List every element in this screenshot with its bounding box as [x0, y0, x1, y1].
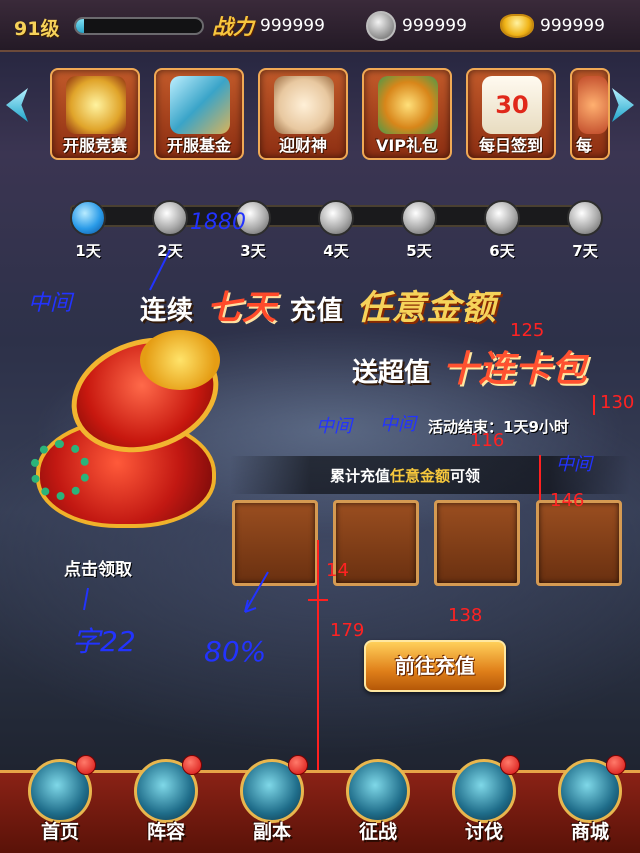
annotation-text: 130 — [600, 392, 635, 413]
silver-stat[interactable]: 999999 — [366, 6, 467, 46]
annotation-text: 中间 — [28, 291, 73, 316]
day-dot-icon[interactable] — [70, 200, 106, 236]
event-end-time: 活动结束：1天9小时 — [428, 418, 569, 436]
fortune-god-icon — [274, 76, 334, 134]
event-label: 每日签到 — [478, 136, 543, 155]
trophy-icon — [66, 76, 126, 134]
day-label: 6天 — [489, 242, 515, 260]
goto-recharge-button[interactable]: 前往充值 — [364, 640, 506, 692]
nav-item-dungeon[interactable]: 副本 — [226, 755, 318, 853]
nav-item-lineup[interactable]: 阵容 — [120, 755, 212, 853]
event-item-vip-gift[interactable]: VIP礼包 — [362, 68, 452, 160]
top-status-bar: 91级 战力 999999 999999 999999 — [0, 0, 640, 52]
annotation-text: 中间 — [316, 416, 352, 437]
reward-caption-part-1: 累计充值 — [330, 467, 391, 485]
nav-label: 征战 — [358, 821, 397, 843]
nav-item-home[interactable]: 首页 — [14, 755, 106, 853]
day-label: 5天 — [406, 242, 432, 260]
headline-part-4: 任意金额 — [356, 288, 497, 328]
goto-recharge-label: 前往充值 — [395, 654, 475, 678]
reward-caption-part-2: 任意金额 — [390, 467, 451, 485]
chest-bow-icon — [140, 330, 220, 390]
event-item-fund[interactable]: 开服基金 — [154, 68, 244, 160]
headline-part-1: 连续 — [140, 296, 195, 326]
annotation-text: 字22 — [72, 625, 136, 658]
subheadline-part-1: 送超值 — [352, 358, 431, 388]
notification-badge — [76, 755, 96, 775]
day-dot-icon[interactable] — [401, 200, 437, 236]
headline-part-3: 充值 — [289, 296, 344, 326]
annotation-line — [83, 587, 89, 611]
exp-progress-bar — [74, 17, 204, 35]
day-dot-icon[interactable] — [567, 200, 603, 236]
day-dot-icon[interactable] — [235, 200, 271, 236]
gold-stat[interactable]: 999999 — [500, 6, 605, 46]
claim-label[interactable]: 点击领取 — [64, 555, 132, 580]
silver-value: 999999 — [402, 16, 467, 36]
notification-badge — [288, 755, 308, 775]
notification-badge — [500, 755, 520, 775]
nav-label: 商城 — [570, 821, 609, 843]
event-subheadline: 送超值 十连卡包 — [352, 340, 587, 392]
day-dot-icon[interactable] — [152, 200, 188, 236]
reward-slot[interactable] — [232, 500, 318, 586]
nav-label: 副本 — [252, 821, 291, 843]
reward-caption-part-3: 可领 — [450, 467, 481, 485]
nav-label: 阵容 — [146, 821, 185, 843]
day-label: 1天 — [75, 242, 101, 260]
power-stat: 战力 999999 — [212, 6, 325, 46]
subheadline-part-2: 十连卡包 — [442, 349, 587, 390]
notification-badge — [606, 755, 626, 775]
day-label: 2天 — [157, 242, 183, 260]
event-icons-row: 开服竞赛 开服基金 迎财神 VIP礼包 30 每日签到 每 — [0, 60, 640, 162]
event-item-partial[interactable]: 每 — [570, 68, 610, 160]
event-label: 开服基金 — [166, 136, 231, 155]
event-headline: 连续 七天 充值 任意金额 — [140, 280, 497, 329]
annotation-text: 中间 — [380, 414, 416, 435]
annotation-text: 138 — [448, 605, 483, 626]
exp-progress-fill — [76, 19, 84, 33]
jade-beads-icon — [30, 440, 90, 500]
gold-ingot-icon — [500, 14, 534, 38]
nav-label: 讨伐 — [464, 821, 503, 843]
calendar-icon: 30 — [482, 76, 542, 134]
gift-bag-icon — [378, 76, 438, 134]
reward-chest[interactable] — [30, 319, 234, 540]
event-label: 开服竞赛 — [62, 136, 127, 155]
day-label: 4天 — [323, 242, 349, 260]
nav-label: 首页 — [40, 821, 79, 843]
silver-coin-icon — [366, 11, 396, 41]
day-dot-icon[interactable] — [484, 200, 520, 236]
event-label: 每 — [576, 136, 593, 155]
event-label: VIP礼包 — [375, 136, 439, 155]
reward-slot[interactable] — [536, 500, 622, 586]
event-label: 迎财神 — [278, 136, 327, 155]
event-item-daily-checkin[interactable]: 30 每日签到 — [466, 68, 556, 160]
annotation-text: 125 — [510, 320, 545, 341]
power-label: 战力 — [212, 15, 254, 39]
event-item-fortune-god[interactable]: 迎财神 — [258, 68, 348, 160]
player-level: 91级 — [14, 18, 60, 40]
reward-caption: 累计充值任意金额可领 — [330, 465, 480, 486]
gold-value: 999999 — [540, 16, 605, 36]
reward-slot[interactable] — [333, 500, 419, 586]
partial-icon — [578, 76, 608, 134]
power-value: 999999 — [260, 16, 325, 36]
annotation-text: 179 — [330, 620, 365, 641]
nav-item-crusade[interactable]: 讨伐 — [438, 755, 530, 853]
headline-part-2: 七天 — [206, 288, 277, 328]
nav-item-shop[interactable]: 商城 — [544, 755, 636, 853]
day-dot-icon[interactable] — [318, 200, 354, 236]
battle-icon — [346, 759, 410, 823]
day-label: 3天 — [240, 242, 266, 260]
event-item-competition[interactable]: 开服竞赛 — [50, 68, 140, 160]
scrolls-icon — [170, 76, 230, 134]
annotation-text: 80% — [204, 635, 267, 668]
notification-badge — [182, 755, 202, 775]
day-label: 7天 — [572, 242, 598, 260]
reward-caption-bar: 累计充值任意金额可领 — [230, 456, 630, 494]
nav-item-battle[interactable]: 征战 — [332, 759, 424, 853]
reward-slot[interactable] — [434, 500, 520, 586]
bottom-nav: 首页 阵容 副本 征战 讨伐 商城 — [0, 755, 640, 853]
